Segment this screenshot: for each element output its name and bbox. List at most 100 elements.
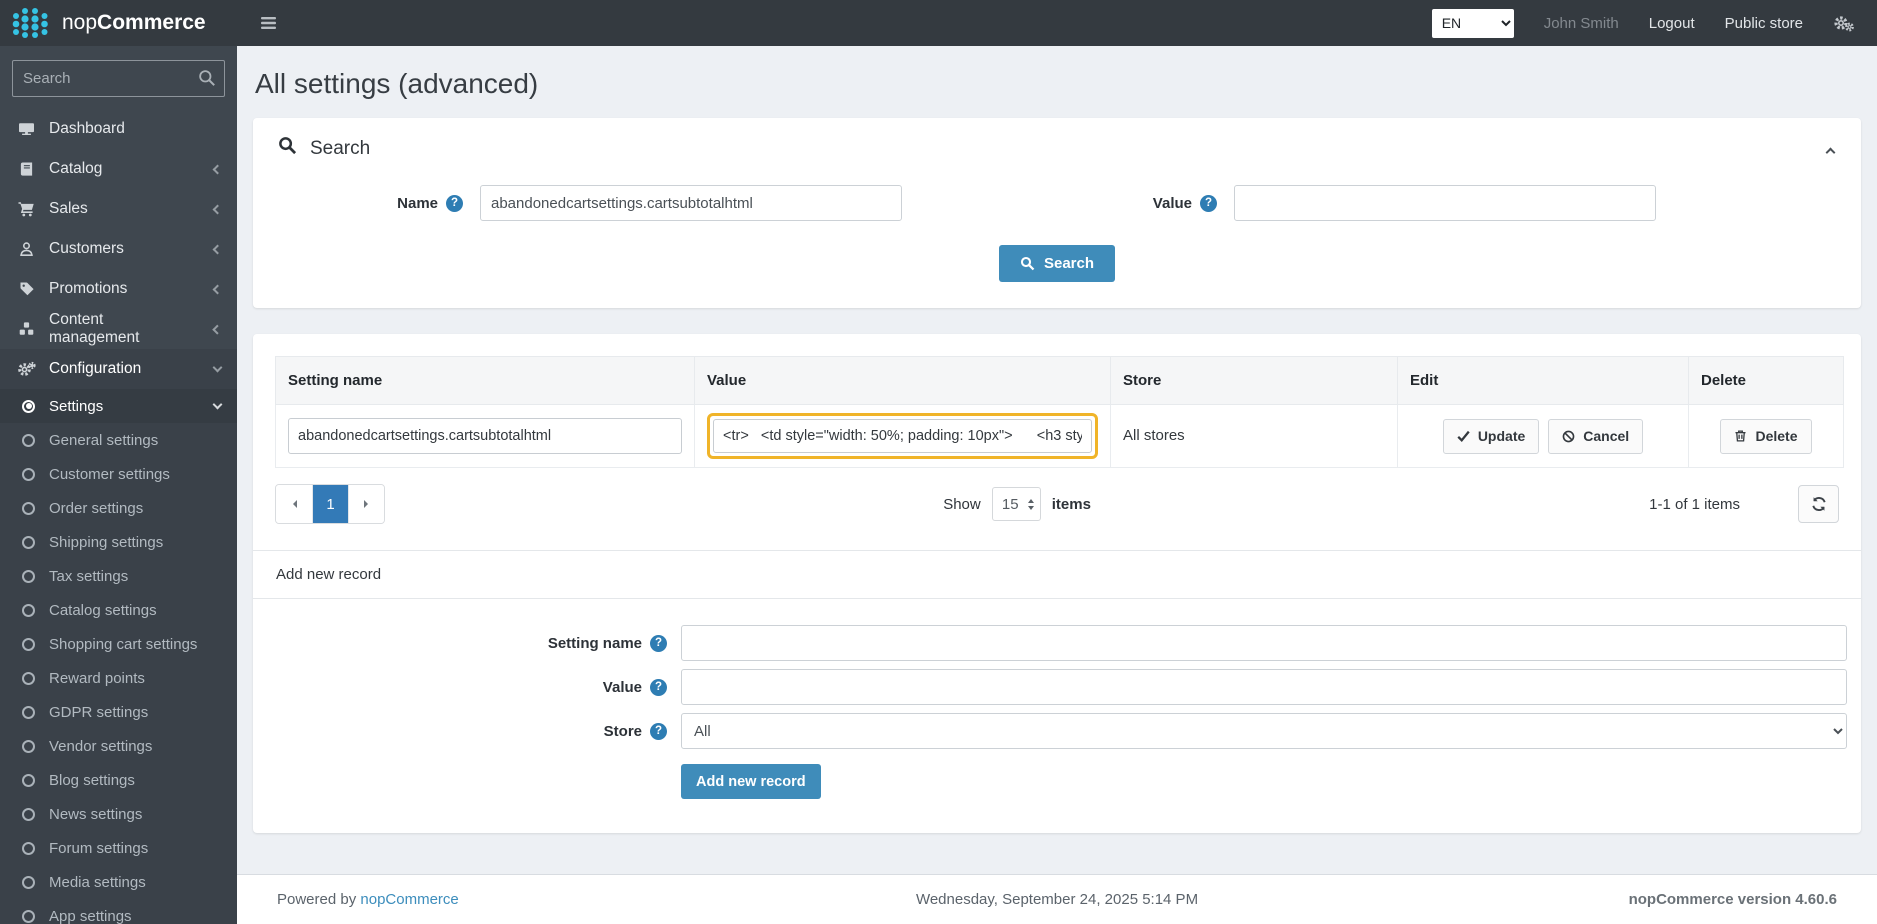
sidebar-toggle-hamburger-icon[interactable] xyxy=(261,16,276,30)
nopcommerce-link[interactable]: nopCommerce xyxy=(360,891,458,908)
update-button[interactable]: Update xyxy=(1442,418,1540,454)
sidebar-subitem-label: Vendor settings xyxy=(49,737,153,755)
help-icon[interactable] xyxy=(446,194,463,212)
sidebar-item-configuration[interactable]: Configuration xyxy=(0,349,237,389)
sidebar-subitem-label: Customer settings xyxy=(49,465,170,483)
sidebar-item-label: Content management xyxy=(49,311,140,346)
circle-icon xyxy=(22,773,35,787)
sidebar-item-reward-points[interactable]: Reward points xyxy=(0,661,237,695)
sidebar-item-settings[interactable]: Settings xyxy=(0,389,237,423)
sidebar-item-dashboard[interactable]: Dashboard xyxy=(0,109,237,149)
sidebar-item-app-settings[interactable]: App settings xyxy=(0,899,237,924)
sidebar-item-order-settings[interactable]: Order settings xyxy=(0,491,237,525)
row-value-input[interactable] xyxy=(713,419,1092,453)
delete-button[interactable]: Delete xyxy=(1720,418,1812,454)
sidebar-item-media-settings[interactable]: Media settings xyxy=(0,865,237,899)
sidebar-search-input[interactable] xyxy=(12,60,225,97)
user-icon xyxy=(17,241,36,257)
sidebar-subitem-label: Media settings xyxy=(49,873,146,891)
sidebar-subitem-label: Shopping cart settings xyxy=(49,635,198,653)
add-value-label: Value xyxy=(602,678,642,696)
sidebar-item-news-settings[interactable]: News settings xyxy=(0,797,237,831)
search-panel-header: Search xyxy=(253,136,1861,161)
shopping-cart-icon xyxy=(17,201,36,217)
sidebar-item-customers[interactable]: Customers xyxy=(0,229,237,269)
sidebar-item-shipping-settings[interactable]: Shipping settings xyxy=(0,525,237,559)
caret-right-icon xyxy=(364,500,372,508)
sidebar-item-vendor-settings[interactable]: Vendor settings xyxy=(0,729,237,763)
circle-icon xyxy=(22,467,35,481)
settings-gear-icon[interactable] xyxy=(1833,14,1855,32)
chevron-down-icon xyxy=(212,399,223,410)
search-value-input[interactable] xyxy=(1234,185,1656,221)
sidebar-subitem-label: Settings xyxy=(49,397,104,415)
sidebar-item-gdpr-settings[interactable]: GDPR settings xyxy=(0,695,237,729)
sidebar-item-content-management[interactable]: Content management xyxy=(0,309,237,349)
items-label: items xyxy=(1051,495,1091,513)
sidebar-item-catalog-settings[interactable]: Catalog settings xyxy=(0,593,237,627)
prev-page-button[interactable] xyxy=(276,485,312,523)
circle-icon xyxy=(22,501,35,515)
powered-by: Powered by nopCommerce xyxy=(277,891,459,908)
sidebar-configuration-group: Configuration Settings General settings … xyxy=(0,349,237,924)
sidebar-item-customer-settings[interactable]: Customer settings xyxy=(0,457,237,491)
add-value-input[interactable] xyxy=(681,669,1847,705)
help-icon[interactable] xyxy=(650,678,667,696)
language-select[interactable]: EN xyxy=(1431,8,1514,38)
cubes-icon xyxy=(17,321,36,337)
help-icon[interactable] xyxy=(650,634,667,652)
circle-icon xyxy=(22,433,35,447)
gears-icon xyxy=(17,361,36,378)
topbar-right: EN John Smith Logout Public store xyxy=(1431,8,1877,38)
sidebar-item-tax-settings[interactable]: Tax settings xyxy=(0,559,237,593)
sidebar: Dashboard Catalog Sales Customers xyxy=(0,46,237,924)
sidebar-subitem-label: News settings xyxy=(49,805,143,823)
sidebar-item-sales[interactable]: Sales xyxy=(0,189,237,229)
help-icon[interactable] xyxy=(1200,194,1217,212)
collapse-panel-button[interactable] xyxy=(1825,143,1836,161)
help-icon[interactable] xyxy=(650,722,667,740)
settings-table: Setting name Value Store Edit Delete aba… xyxy=(275,356,1844,468)
add-store-select[interactable]: All xyxy=(681,713,1847,749)
row-setting-name-input[interactable] xyxy=(288,418,682,454)
brand-logo[interactable]: nopCommerce xyxy=(0,6,237,40)
circle-icon xyxy=(22,739,35,753)
sidebar-subitem-label: Shipping settings xyxy=(49,533,164,551)
stepper-arrows-icon[interactable] xyxy=(1027,496,1040,513)
trash-icon xyxy=(1734,429,1747,443)
page-number-button[interactable]: 1 xyxy=(312,485,348,523)
table-row: All stores Update xyxy=(275,404,1844,468)
show-label: Show xyxy=(943,495,981,513)
search-form: Name Value xyxy=(253,185,1861,221)
public-store-link[interactable]: Public store xyxy=(1725,15,1803,32)
page-size-stepper[interactable]: 15 xyxy=(991,487,1041,521)
sidebar-item-forum-settings[interactable]: Forum settings xyxy=(0,831,237,865)
cancel-button[interactable]: Cancel xyxy=(1548,418,1644,454)
sidebar-subitem-label: Reward points xyxy=(49,669,145,687)
add-setting-name-label: Setting name xyxy=(547,634,642,652)
sidebar-item-shopping-cart-settings[interactable]: Shopping cart settings xyxy=(0,627,237,661)
sidebar-item-catalog[interactable]: Catalog xyxy=(0,149,237,189)
settings-table-card: Setting name Value Store Edit Delete aba… xyxy=(253,334,1861,833)
items-range-label: 1-1 of 1 items xyxy=(1649,495,1740,513)
footer-version: nopCommerce version 4.60.6 xyxy=(1628,891,1837,908)
next-page-button[interactable] xyxy=(348,485,384,523)
circle-icon xyxy=(22,841,35,855)
chevron-left-icon xyxy=(212,244,223,254)
refresh-button[interactable] xyxy=(1798,485,1839,523)
sidebar-item-general-settings[interactable]: General settings xyxy=(0,423,237,457)
search-button[interactable]: Search xyxy=(998,245,1116,282)
sidebar-item-blog-settings[interactable]: Blog settings xyxy=(0,763,237,797)
main-content: All settings (advanced) Search Name ? ab… xyxy=(237,46,1877,874)
add-setting-name-input[interactable] xyxy=(681,625,1847,661)
book-icon xyxy=(17,161,36,177)
sidebar-subitem-label: General settings xyxy=(49,431,159,449)
table-header-row: Setting name Value Store Edit Delete xyxy=(275,356,1844,405)
sidebar-item-promotions[interactable]: Promotions xyxy=(0,269,237,309)
circle-icon xyxy=(22,705,35,719)
logout-link[interactable]: Logout xyxy=(1649,15,1695,32)
brand-text: nopCommerce xyxy=(62,11,206,34)
add-new-record-button[interactable]: Add new record xyxy=(681,764,821,799)
check-icon xyxy=(1457,430,1470,442)
search-name-input[interactable] xyxy=(480,185,902,221)
